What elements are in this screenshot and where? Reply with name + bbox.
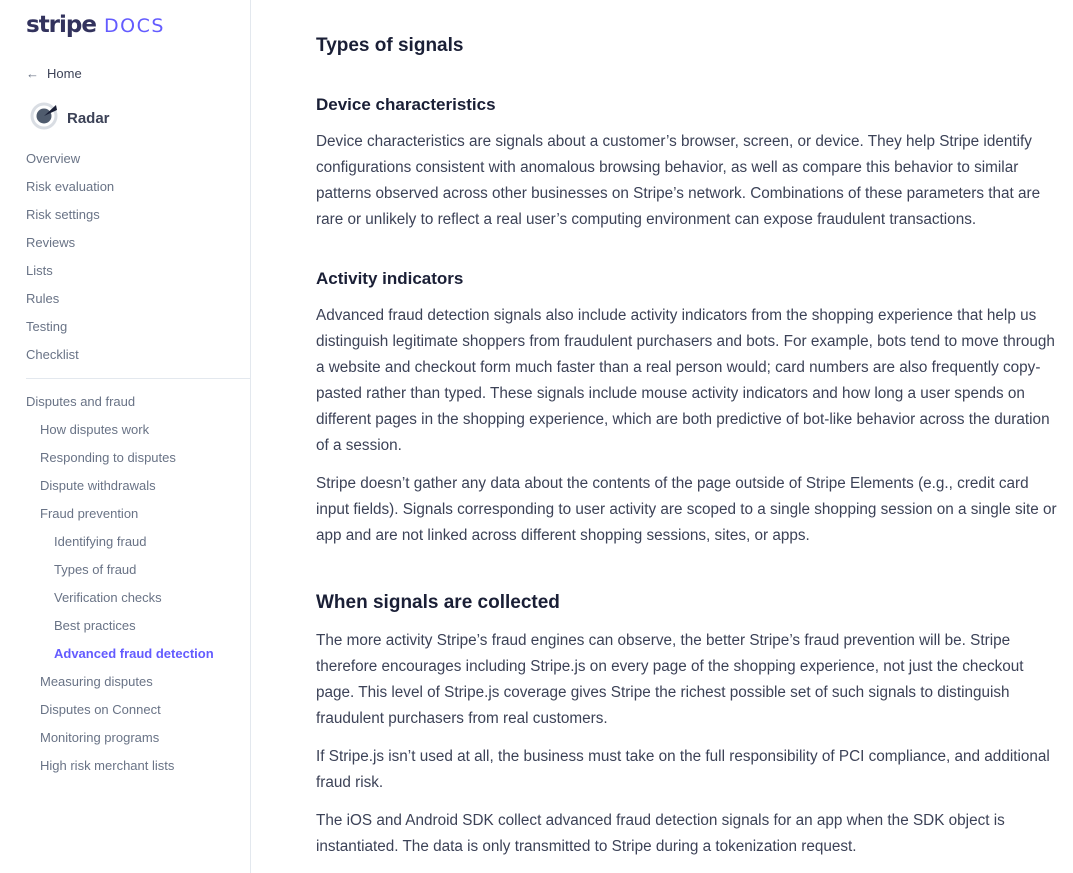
sidebar-item-dispute-withdrawals[interactable]: Dispute withdrawals <box>0 472 250 500</box>
paragraph-device-characteristics: Device characteristics are signals about… <box>316 133 1041 228</box>
heading-device-characteristics: Device characteristics <box>316 95 496 114</box>
sidebar-item-best-practices[interactable]: Best practices <box>0 612 250 640</box>
sidebar-item-lists[interactable]: Lists <box>0 257 250 285</box>
section-title-types-of-signals: Types of signals <box>316 35 464 56</box>
sidebar-nav: Overview Risk evaluation Risk settings Revi… <box>0 145 250 780</box>
logo-docs-label: DOCS <box>103 15 165 37</box>
stripe-docs-logo[interactable]: stripe DOCS <box>26 12 165 38</box>
sidebar-item-verification-checks[interactable]: Verification checks <box>0 584 250 612</box>
sidebar-item-identifying-fraud[interactable]: Identifying fraud <box>0 528 250 556</box>
sidebar: stripe DOCS ← Home Radar Overview Risk ev… <box>0 0 251 873</box>
sidebar-item-monitoring-programs[interactable]: Monitoring programs <box>0 724 250 752</box>
sidebar-item-checklist[interactable]: Checklist <box>0 341 250 369</box>
nav-divider <box>26 378 250 379</box>
paragraph-activity-indicators: Advanced fraud detection signals also in… <box>316 307 1055 454</box>
sidebar-item-measuring-disputes[interactable]: Measuring disputes <box>0 668 250 696</box>
home-label: Home <box>47 66 82 81</box>
sidebar-item-responding-to-disputes[interactable]: Responding to disputes <box>0 444 250 472</box>
sidebar-item-reviews[interactable]: Reviews <box>0 229 250 257</box>
sidebar-item-high-risk-merchant-lists[interactable]: High risk merchant lists <box>0 752 250 780</box>
sidebar-item-risk-evaluation[interactable]: Risk evaluation <box>0 173 250 201</box>
sidebar-item-risk-settings[interactable]: Risk settings <box>0 201 250 229</box>
sidebar-item-disputes-on-connect[interactable]: Disputes on Connect <box>0 696 250 724</box>
home-link[interactable]: ← Home <box>26 66 82 81</box>
sidebar-item-types-of-fraud[interactable]: Types of fraud <box>0 556 250 584</box>
radar-icon <box>29 101 59 136</box>
sidebar-item-fraud-prevention[interactable]: Fraud prevention <box>0 500 250 528</box>
product-header[interactable]: Radar <box>29 101 110 136</box>
paragraph-mobile-sdk: The iOS and Android SDK collect advanced… <box>316 812 1005 855</box>
paragraph-activity-privacy: Stripe doesn’t gather any data about the… <box>316 475 1057 544</box>
section-title-when-collected: When signals are collected <box>316 592 560 613</box>
sidebar-item-rules[interactable]: Rules <box>0 285 250 313</box>
sidebar-item-disputes-and-fraud[interactable]: Disputes and fraud <box>0 388 250 416</box>
paragraph-stripejs-not-used: If Stripe.js isn’t used at all, the busi… <box>316 748 1050 791</box>
logo-wordmark: stripe <box>26 12 97 38</box>
sidebar-item-testing[interactable]: Testing <box>0 313 250 341</box>
sidebar-item-how-disputes-work[interactable]: How disputes work <box>0 416 250 444</box>
product-label: Radar <box>67 110 110 127</box>
heading-activity-indicators: Activity indicators <box>316 269 464 288</box>
paragraph-when-collected: The more activity Stripe’s fraud engines… <box>316 632 1024 727</box>
sidebar-item-advanced-fraud-detection[interactable]: Advanced fraud detection <box>0 640 250 668</box>
sidebar-item-overview[interactable]: Overview <box>0 145 250 173</box>
arrow-left-icon: ← <box>26 66 39 81</box>
